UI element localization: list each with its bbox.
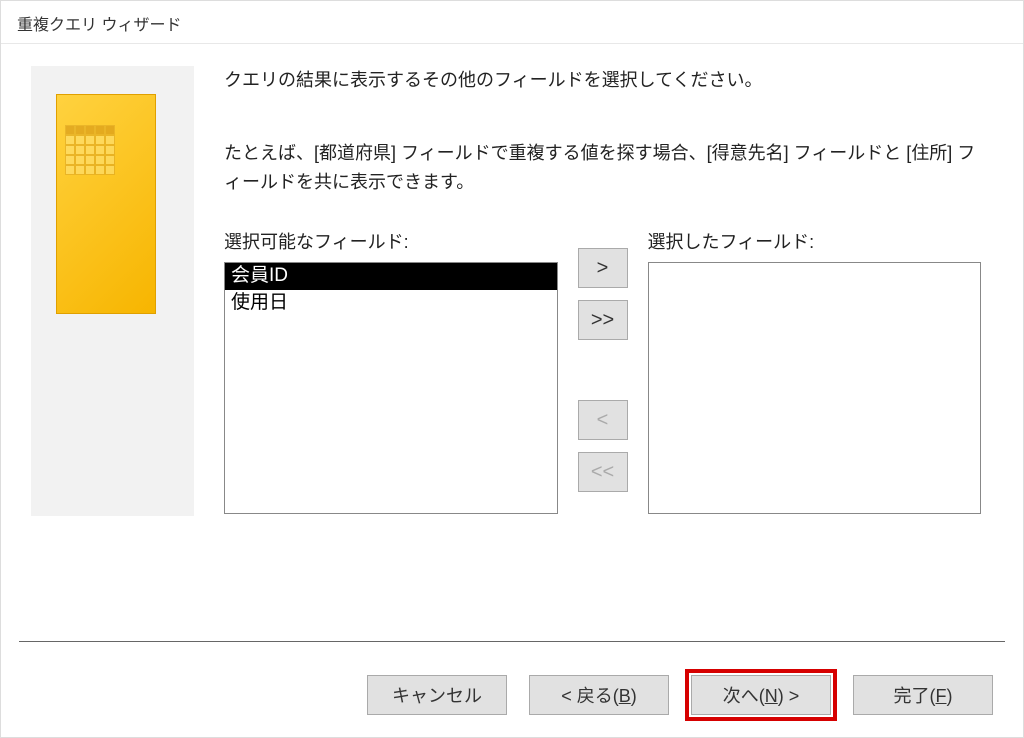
available-fields-label: 選択可能なフィールド: — [224, 228, 558, 254]
selected-fields-label: 選択したフィールド: — [648, 228, 982, 254]
back-button[interactable]: < 戻る(B) — [529, 675, 669, 715]
finish-button[interactable]: 完了(F) — [853, 675, 993, 715]
dialog-footer: キャンセル < 戻る(B) 次へ(N) > 完了(F) — [1, 657, 1023, 737]
add-field-button[interactable]: > — [578, 248, 628, 288]
cancel-button[interactable]: キャンセル — [367, 675, 507, 715]
example-text: たとえば、[都道府県] フィールドで重複する値を探す場合、[得意先名] フィール… — [224, 139, 981, 197]
wizard-right-panel: クエリの結果に表示するその他のフィールドを選択してください。 たとえば、[都道府… — [224, 66, 1005, 516]
fields-area: 選択可能なフィールド: 会員ID使用日 > >> < << 選択したフィールド: — [224, 228, 981, 514]
wizard-graphic-icon — [56, 94, 156, 314]
add-all-fields-button[interactable]: >> — [578, 300, 628, 340]
footer-divider — [19, 641, 1005, 642]
move-buttons-column: > >> < << — [578, 228, 628, 514]
dialog-title: 重複クエリ ウィザード — [1, 1, 1023, 44]
selected-fields-listbox[interactable] — [648, 262, 982, 514]
selected-fields-column: 選択したフィールド: — [648, 228, 982, 514]
available-fields-listbox[interactable]: 会員ID使用日 — [224, 262, 558, 514]
list-item[interactable]: 会員ID — [225, 263, 557, 290]
remove-field-button[interactable]: < — [578, 400, 628, 440]
remove-all-fields-button[interactable]: << — [578, 452, 628, 492]
available-fields-column: 選択可能なフィールド: 会員ID使用日 — [224, 228, 558, 514]
instruction-text: クエリの結果に表示するその他のフィールドを選択してください。 — [224, 66, 981, 95]
wizard-graphic-panel — [31, 66, 194, 516]
dialog-content: クエリの結果に表示するその他のフィールドを選択してください。 たとえば、[都道府… — [1, 44, 1023, 516]
list-item[interactable]: 使用日 — [225, 290, 557, 317]
next-button[interactable]: 次へ(N) > — [691, 675, 831, 715]
